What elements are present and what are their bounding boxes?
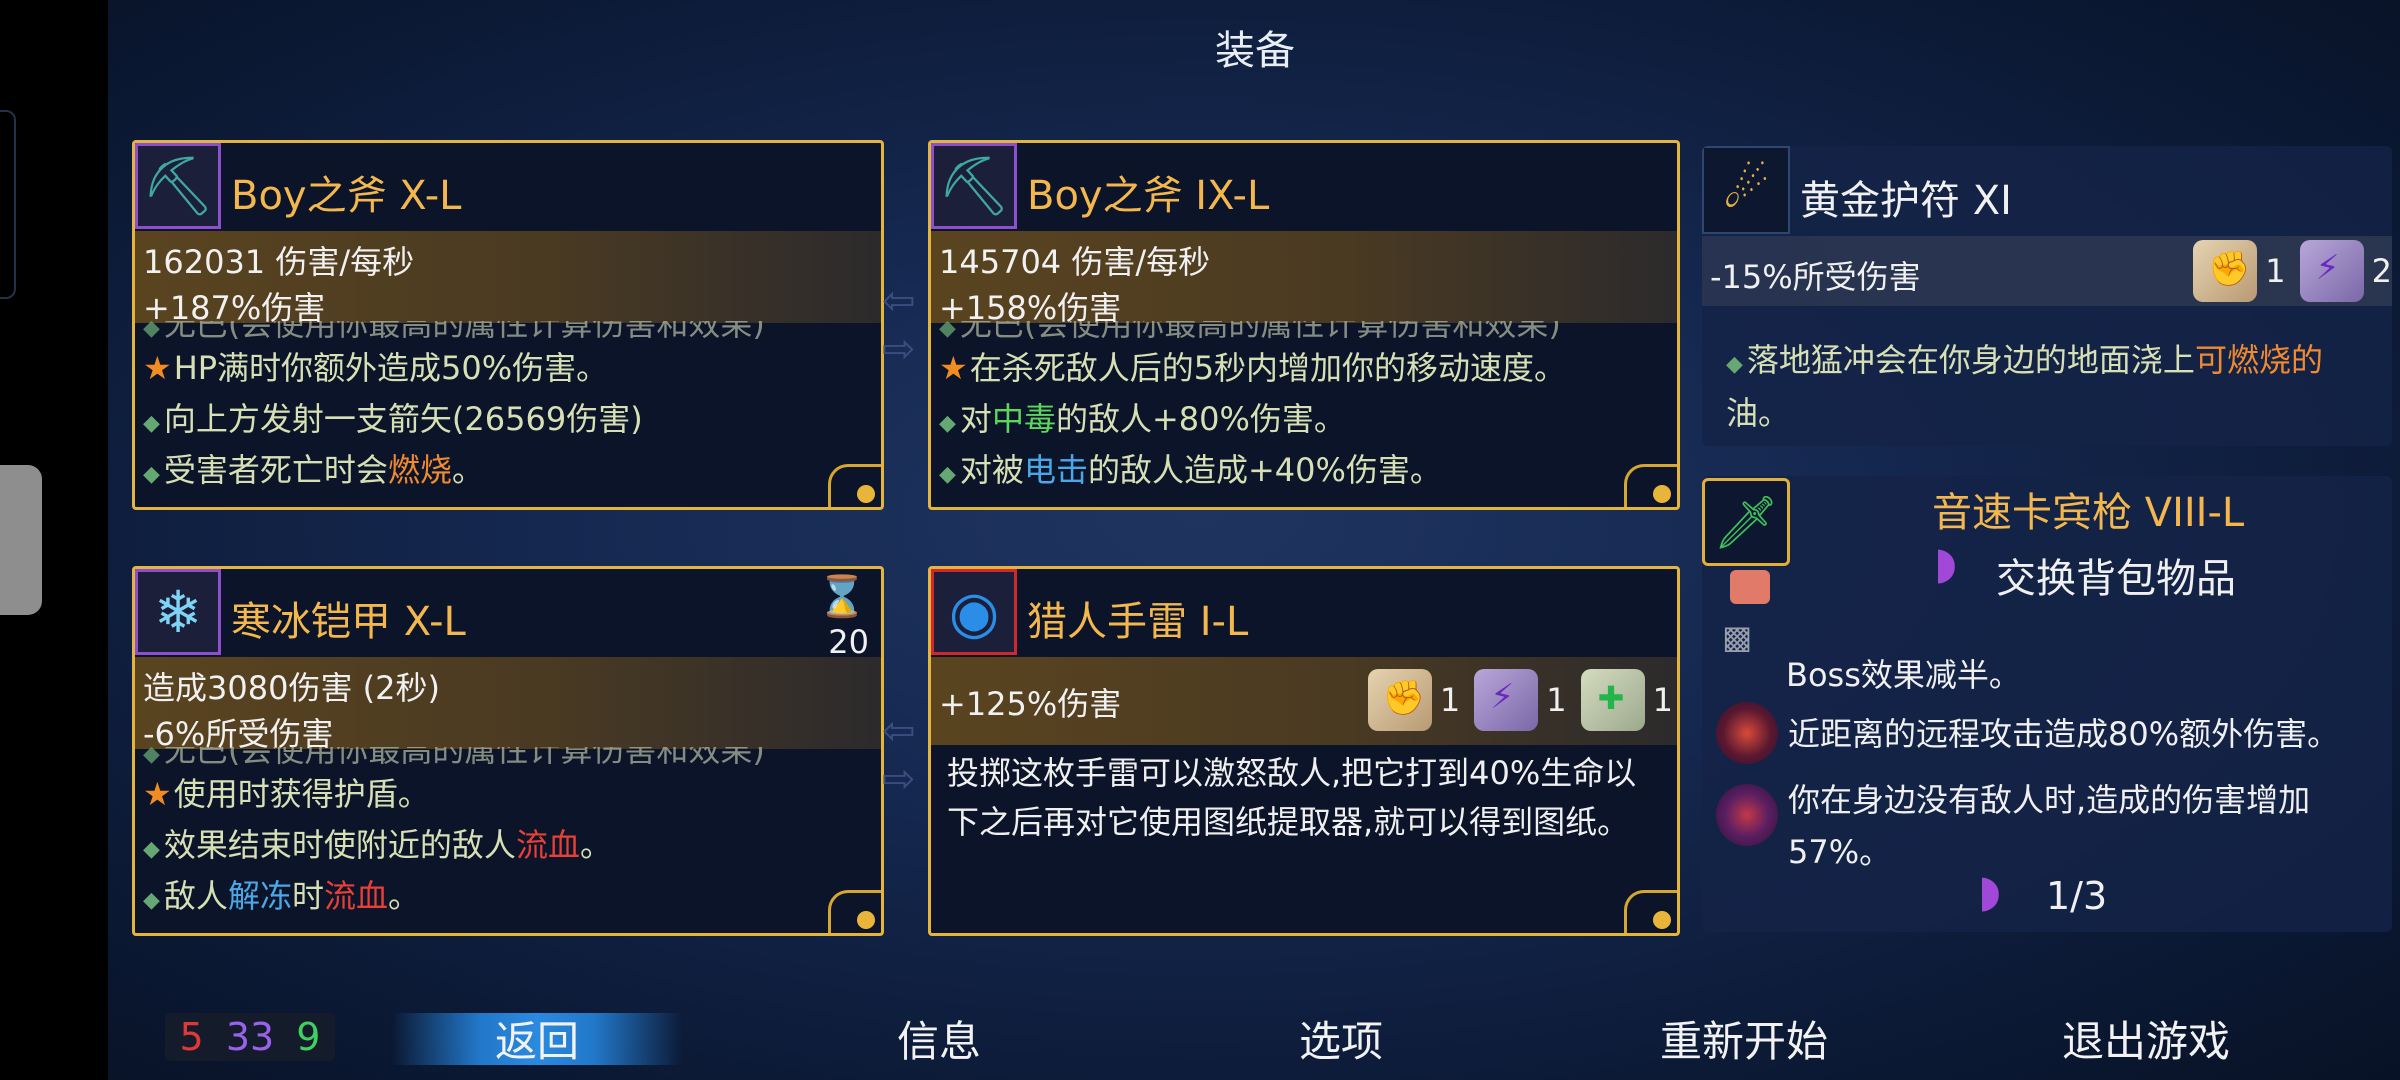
brutality-scroll-icon bbox=[2193, 240, 2258, 302]
backpack-icon: ◗ bbox=[1934, 538, 1958, 589]
effect-cut: ◆ 无巴(会使用你最高的属性计算伤害和效果) bbox=[939, 321, 1561, 343]
item-stats: 造成3080伤害 (2秒) -6%所受伤害 bbox=[135, 657, 881, 753]
backpack-icon: ◗ bbox=[1978, 866, 2002, 917]
tactics-count: 33 bbox=[225, 1015, 275, 1059]
corner-ornament bbox=[1624, 890, 1677, 933]
scroll-requirements: 111 bbox=[1367, 669, 1673, 731]
effect-line: ◆ 敌人解冻时流血。 bbox=[143, 877, 420, 915]
carbine-icon: 🗡 bbox=[1702, 478, 1790, 566]
corner-ornament bbox=[828, 890, 881, 933]
arrow-left-icon: ⇦ bbox=[882, 278, 916, 324]
effect-cut: ◆ 无巴(会使用你最高的属性计算伤害和效果) bbox=[143, 321, 765, 343]
equipment-card-axe-ix[interactable]: ⛏ Boy之斧 IX-L 145704 伤害/每秒 +158%伤害 ◆ 无巴(会使… bbox=[928, 140, 1680, 510]
corner-ornament bbox=[1624, 464, 1677, 507]
item-stats: 145704 伤害/每秒 +158%伤害 bbox=[931, 231, 1677, 327]
amulet-name: 黄金护符 XI bbox=[1800, 178, 2012, 224]
effect-line: ◆ 效果结束时使附近的敌人流血。 bbox=[143, 826, 612, 864]
side-handle[interactable] bbox=[0, 465, 42, 615]
hourglass-icon: ⌛ bbox=[817, 574, 867, 620]
cooldown-timer: 20 bbox=[828, 623, 869, 661]
cell-counter: 5 33 9 bbox=[165, 1013, 335, 1061]
options-button[interactable]: 选项 bbox=[1299, 1008, 1383, 1069]
equipment-card-grenade[interactable]: ◉ 猎人手雷 I-L +125%伤害 111 投掷这枚手雷可以激怒敌人,把它打到… bbox=[928, 566, 1680, 936]
weapon-effect-row: 近距离的远程攻击造成80%额外伤害。 bbox=[1708, 702, 2382, 764]
brutality-scroll-icon bbox=[1367, 669, 1432, 731]
weapon-effect-cut: Boss效果减半。 bbox=[1786, 656, 2021, 694]
effect-line: ◆ 对中毒的敌人+80%伤害。 bbox=[939, 400, 1346, 438]
effect-cut: ◆ 无巴(会使用你最高的属性计算伤害和效果) bbox=[143, 747, 765, 769]
survival-scroll-icon bbox=[1580, 669, 1645, 731]
item-stats: 162031 伤害/每秒 +187%伤害 bbox=[135, 231, 881, 327]
grenade-icon: ◉ bbox=[931, 569, 1017, 655]
effect-line: ◆ 向上方发射一支箭矢(26569伤害) bbox=[143, 400, 643, 438]
item-description: 投掷这枚手雷可以激怒敌人,把它打到40%生命以下之后再对它使用图纸提取器,就可以… bbox=[947, 754, 1637, 841]
weapon-effect-row: 你在身边没有敌人时,造成的伤害增加57%。 bbox=[1708, 774, 2382, 871]
axe-icon: ⛏ bbox=[135, 143, 221, 229]
tactics-scroll-icon bbox=[1474, 669, 1539, 731]
item-name: 寒冰铠甲 X-L bbox=[231, 599, 466, 645]
scroll-counts: 12 bbox=[2193, 240, 2392, 302]
weapon-name: 音速卡宾枪 VIII-L bbox=[1932, 490, 2245, 536]
amulet-panel[interactable]: ☄ 黄金护符 XI -15%所受伤害 12 ◆落地猛冲会在你身边的地面浇上可燃烧… bbox=[1702, 146, 2392, 446]
amulet-icon: ☄ bbox=[1702, 146, 1790, 234]
diamond-icon: ◆ bbox=[939, 462, 956, 487]
armor-icon: ❄ bbox=[135, 569, 221, 655]
back-button[interactable]: 返回 bbox=[495, 1008, 579, 1069]
arrow-right-icon: ⇨ bbox=[882, 326, 916, 372]
page-title: 装备 bbox=[1215, 28, 1295, 74]
amulet-stats: -15%所受伤害 12 bbox=[1702, 236, 2392, 306]
diamond-icon: ◆ bbox=[143, 888, 160, 913]
info-button[interactable]: 信息 bbox=[897, 1008, 981, 1069]
isolation-icon bbox=[1716, 784, 1778, 846]
item-stats: +125%伤害 111 bbox=[931, 657, 1677, 745]
star-icon: ★ bbox=[143, 349, 172, 387]
item-name: 猎人手雷 I-L bbox=[1027, 599, 1249, 645]
diamond-icon: ◆ bbox=[143, 462, 160, 487]
arrow-right-icon: ⇨ bbox=[882, 756, 916, 802]
tactics-scroll-icon bbox=[2299, 240, 2364, 302]
item-name: Boy之斧 X-L bbox=[231, 173, 462, 219]
diamond-icon: ◆ bbox=[143, 837, 160, 862]
damage-stat: 造成3080伤害 (2秒) bbox=[143, 669, 440, 707]
axe-icon: ⛏ bbox=[931, 143, 1017, 229]
diamond-icon: ◆ bbox=[143, 411, 160, 436]
effect-line: ◆ 对被电击的敌人造成+40%伤害。 bbox=[939, 451, 1442, 489]
quit-button[interactable]: 退出游戏 bbox=[2062, 1008, 2230, 1069]
effect-cut: ▩ bbox=[1722, 624, 1753, 652]
effect-line: ★HP满时你额外造成50%伤害。 bbox=[143, 349, 609, 387]
effect-line: ◆ 受害者死亡时会燃烧。 bbox=[143, 451, 484, 489]
restart-button[interactable]: 重新开始 bbox=[1660, 1008, 1828, 1069]
effect-line: ★在杀死敌人后的5秒内增加你的移动速度。 bbox=[939, 349, 1567, 387]
corner-ornament bbox=[828, 464, 881, 507]
star-icon: ★ bbox=[939, 349, 968, 387]
effect-line: ★使用时获得护盾。 bbox=[143, 775, 430, 813]
pointer-icon bbox=[1730, 570, 1770, 604]
amulet-effect: ◆ 落地猛冲会在你身边的地面浇上可燃烧的油。 bbox=[1726, 341, 2323, 432]
arrow-left-icon: ⇦ bbox=[882, 708, 916, 754]
close-range-icon bbox=[1716, 702, 1778, 764]
equipment-card-axe-x[interactable]: ⛏ Boy之斧 X-L 162031 伤害/每秒 +187%伤害 ◆ 无巴(会使用… bbox=[132, 140, 884, 510]
left-edge-panel bbox=[0, 110, 16, 299]
diamond-icon: ◆ bbox=[1726, 352, 1743, 377]
equipment-card-ice-armor[interactable]: ❄ 寒冰铠甲 X-L ⌛ 20 造成3080伤害 (2秒) -6%所受伤害 ◆ 无… bbox=[132, 566, 884, 936]
left-system-edge bbox=[0, 0, 108, 1080]
backpack-count: 1/3 bbox=[2046, 874, 2108, 918]
diamond-icon: ◆ bbox=[939, 411, 956, 436]
defense-stat: -15%所受伤害 bbox=[1710, 258, 1921, 296]
backpack-weapon-panel[interactable]: 🗡 音速卡宾枪 VIII-L ◗ 交换背包物品 ▩ Boss效果减半。 近距离的… bbox=[1702, 476, 2392, 932]
survival-count: 9 bbox=[296, 1015, 321, 1059]
dps-stat: 162031 伤害/每秒 bbox=[143, 243, 415, 281]
swap-backpack-button[interactable]: 交换背包物品 bbox=[1996, 546, 2236, 604]
brutality-count: 5 bbox=[179, 1015, 204, 1059]
item-name: Boy之斧 IX-L bbox=[1027, 173, 1270, 219]
dps-stat: 145704 伤害/每秒 bbox=[939, 243, 1211, 281]
pause-screen: { "title": "装备", "cards": [ {"name": "Bo… bbox=[0, 0, 2400, 1080]
damage-stat: +125%伤害 bbox=[939, 685, 1122, 723]
star-icon: ★ bbox=[143, 775, 172, 813]
